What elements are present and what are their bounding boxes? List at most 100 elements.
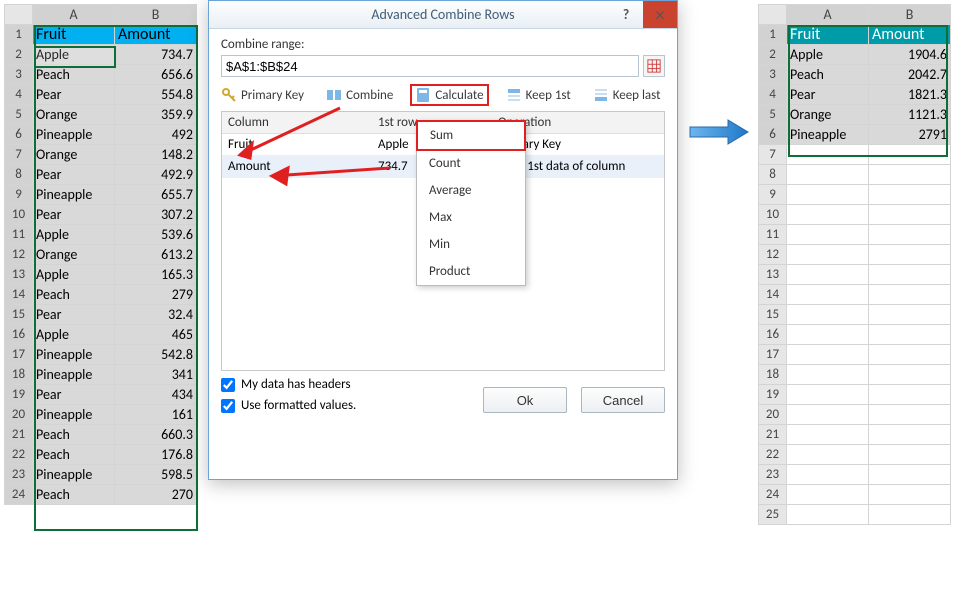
headers-checkbox[interactable]: My data has headers bbox=[221, 377, 356, 392]
dropdown-item-average[interactable]: Average bbox=[417, 177, 525, 204]
row-header[interactable]: 16 bbox=[5, 325, 33, 345]
row-header[interactable]: 19 bbox=[5, 385, 33, 405]
table-row[interactable]: 5Orange359.9 bbox=[5, 105, 197, 125]
dropdown-item-min[interactable]: Min bbox=[417, 231, 525, 258]
keep-first-button[interactable]: Keep 1st bbox=[506, 87, 571, 103]
row-header[interactable]: 14 bbox=[5, 285, 33, 305]
formatted-checkbox-input[interactable] bbox=[221, 399, 235, 413]
col-header-A[interactable]: A bbox=[33, 5, 115, 25]
col-header-A[interactable]: A bbox=[787, 5, 869, 25]
row-header[interactable]: 10 bbox=[759, 205, 787, 225]
row-header[interactable]: 25 bbox=[759, 505, 787, 525]
table-row[interactable]: 13 bbox=[759, 265, 951, 285]
row-header[interactable]: 22 bbox=[759, 445, 787, 465]
table-row[interactable]: 16Apple465 bbox=[5, 325, 197, 345]
table-row[interactable]: 18 bbox=[759, 365, 951, 385]
row-header[interactable]: 20 bbox=[759, 405, 787, 425]
col-header-B[interactable]: B bbox=[869, 5, 951, 25]
table-row[interactable]: 16 bbox=[759, 325, 951, 345]
dropdown-item-count[interactable]: Count bbox=[417, 150, 525, 177]
table-row[interactable]: 11 bbox=[759, 225, 951, 245]
keep-last-button[interactable]: Keep last bbox=[593, 87, 661, 103]
row-header[interactable]: 13 bbox=[759, 265, 787, 285]
dropdown-item-sum[interactable]: Sum bbox=[416, 120, 526, 151]
table-row[interactable]: 17Pineapple542.8 bbox=[5, 345, 197, 365]
table-row[interactable]: 8 bbox=[759, 165, 951, 185]
table-row[interactable]: 25 bbox=[759, 505, 951, 525]
table-row[interactable]: 7 bbox=[759, 145, 951, 165]
table-row[interactable]: 17 bbox=[759, 345, 951, 365]
table-row[interactable]: 12 bbox=[759, 245, 951, 265]
row-header[interactable]: 11 bbox=[759, 225, 787, 245]
combine-range-input[interactable] bbox=[221, 55, 639, 77]
row-header[interactable]: 16 bbox=[759, 325, 787, 345]
row-header[interactable]: 4 bbox=[759, 85, 787, 105]
row-header[interactable]: 19 bbox=[759, 385, 787, 405]
row-header[interactable]: 23 bbox=[759, 465, 787, 485]
row-header[interactable]: 6 bbox=[759, 125, 787, 145]
row-header[interactable]: 12 bbox=[5, 245, 33, 265]
row-header[interactable]: 8 bbox=[5, 165, 33, 185]
table-row[interactable]: 22Peach176.8 bbox=[5, 445, 197, 465]
formatted-checkbox[interactable]: Use formatted values. bbox=[221, 398, 356, 413]
table-row[interactable]: 15 bbox=[759, 305, 951, 325]
table-row[interactable]: 8Pear492.9 bbox=[5, 165, 197, 185]
table-row[interactable]: 9Pineapple655.7 bbox=[5, 185, 197, 205]
range-picker-button[interactable] bbox=[643, 55, 665, 77]
row-header[interactable]: 15 bbox=[759, 305, 787, 325]
row-header[interactable]: 21 bbox=[5, 425, 33, 445]
table-row[interactable]: 2Apple1904.6 bbox=[759, 45, 951, 65]
row-header[interactable]: 2 bbox=[5, 45, 33, 65]
row-header[interactable]: 9 bbox=[759, 185, 787, 205]
row-header[interactable]: 3 bbox=[759, 65, 787, 85]
row-header[interactable]: 23 bbox=[5, 465, 33, 485]
table-row[interactable]: 22 bbox=[759, 445, 951, 465]
table-row[interactable]: 10Pear307.2 bbox=[5, 205, 197, 225]
row-header[interactable]: 3 bbox=[5, 65, 33, 85]
table-row[interactable]: 14Peach279 bbox=[5, 285, 197, 305]
table-row[interactable]: 12Orange613.2 bbox=[5, 245, 197, 265]
table-row[interactable]: 2Apple734.7 bbox=[5, 45, 197, 65]
row-header[interactable]: 4 bbox=[5, 85, 33, 105]
row-header[interactable]: 5 bbox=[5, 105, 33, 125]
row-header[interactable]: 22 bbox=[5, 445, 33, 465]
table-row[interactable]: 21 bbox=[759, 425, 951, 445]
row-header[interactable]: 24 bbox=[759, 485, 787, 505]
row-header[interactable]: 8 bbox=[759, 165, 787, 185]
headers-checkbox-input[interactable] bbox=[221, 378, 235, 392]
table-row[interactable]: 5Orange1121.3 bbox=[759, 105, 951, 125]
table-row[interactable]: 24Peach270 bbox=[5, 485, 197, 505]
row-header[interactable]: 12 bbox=[759, 245, 787, 265]
spreadsheet-right[interactable]: AB1FruitAmount2Apple1904.63Peach2042.74P… bbox=[758, 4, 951, 525]
table-row[interactable]: 9 bbox=[759, 185, 951, 205]
row-header[interactable]: 17 bbox=[759, 345, 787, 365]
table-row[interactable]: 15Pear32.4 bbox=[5, 305, 197, 325]
ok-button[interactable]: Ok bbox=[483, 387, 567, 413]
table-row[interactable]: 19Pear434 bbox=[5, 385, 197, 405]
table-row[interactable]: 20Pineapple161 bbox=[5, 405, 197, 425]
dropdown-item-product[interactable]: Product bbox=[417, 258, 525, 285]
table-row[interactable]: 7Orange148.2 bbox=[5, 145, 197, 165]
table-row[interactable]: 23 bbox=[759, 465, 951, 485]
row-header[interactable]: 7 bbox=[5, 145, 33, 165]
row-header[interactable]: 24 bbox=[5, 485, 33, 505]
close-button[interactable]: × bbox=[643, 1, 677, 28]
row-header[interactable]: 1 bbox=[5, 25, 33, 45]
row-header[interactable]: 11 bbox=[5, 225, 33, 245]
row-header[interactable]: 7 bbox=[759, 145, 787, 165]
table-row[interactable]: 3Peach2042.7 bbox=[759, 65, 951, 85]
table-row[interactable]: 14 bbox=[759, 285, 951, 305]
row-header[interactable]: 6 bbox=[5, 125, 33, 145]
table-row[interactable]: 24 bbox=[759, 485, 951, 505]
table-row[interactable]: 20 bbox=[759, 405, 951, 425]
table-row[interactable]: 21Peach660.3 bbox=[5, 425, 197, 445]
table-row[interactable]: 19 bbox=[759, 385, 951, 405]
table-row[interactable]: 13Apple165.3 bbox=[5, 265, 197, 285]
table-row[interactable]: 10 bbox=[759, 205, 951, 225]
row-header[interactable]: 5 bbox=[759, 105, 787, 125]
table-row[interactable]: 3Peach656.6 bbox=[5, 65, 197, 85]
row-header[interactable]: 9 bbox=[5, 185, 33, 205]
table-row[interactable]: 4Pear1821.3 bbox=[759, 85, 951, 105]
row-header[interactable]: 20 bbox=[5, 405, 33, 425]
spreadsheet-left[interactable]: AB1FruitAmount2Apple734.73Peach656.64Pea… bbox=[4, 4, 197, 505]
